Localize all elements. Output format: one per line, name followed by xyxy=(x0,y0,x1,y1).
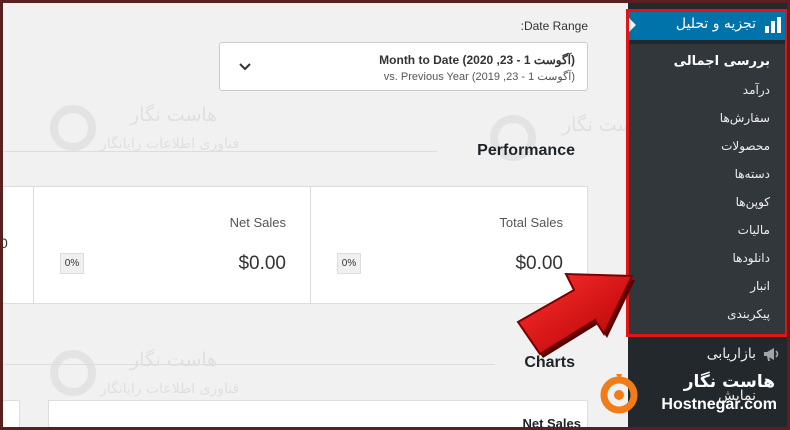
performance-panel: 0 Net Sales $0.00 0% Total Sales $0.00 0… xyxy=(0,186,588,304)
cell-value: $0.00 xyxy=(238,253,286,274)
chart-card-title: Net Sales xyxy=(522,416,581,430)
watermark-line1: هاست نگار xyxy=(130,104,218,126)
watermark: هاست نگار xyxy=(490,110,649,170)
cell-stub-text: 0 xyxy=(0,235,8,251)
chart-card xyxy=(0,400,20,430)
chevron-down-icon xyxy=(239,63,251,71)
performance-cell-stub: 0 xyxy=(0,187,33,303)
watermark-line2: فناوری اطلاعات رایانگار xyxy=(100,136,240,152)
watermark: هاست نگار فناوری اطلاعات رایانگار xyxy=(50,345,250,405)
date-range-compare: vs. Previous Year (آگوست 1 - 23, 2019) xyxy=(383,71,575,83)
brand-name-fa: هاست نگار xyxy=(683,372,775,392)
date-range-main: Month to Date (آگوست 1 - 23, 2020) xyxy=(379,53,575,67)
delta-badge: 0% xyxy=(60,253,84,274)
date-range-label: :Date Range xyxy=(520,19,588,33)
date-range-select[interactable]: Month to Date (آگوست 1 - 23, 2020) vs. P… xyxy=(219,42,588,91)
highlight-box xyxy=(626,9,788,337)
cell-label: Total Sales xyxy=(499,215,563,230)
performance-title: Performance xyxy=(477,142,575,159)
brand-logo: هاست نگار Hostnegar.com xyxy=(598,370,783,422)
watermark-logo-icon xyxy=(50,105,96,151)
arrow-pointer-icon xyxy=(516,272,635,358)
watermark-logo-icon xyxy=(50,350,96,396)
watermark-line2: فناوری اطلاعات رایانگار xyxy=(100,381,240,397)
cell-label: Net Sales xyxy=(229,215,286,230)
menu-item-marketing[interactable]: بازاریابی xyxy=(707,346,756,362)
delta-badge: 0% xyxy=(337,253,361,274)
divider xyxy=(0,364,495,365)
megaphone-icon xyxy=(764,348,779,361)
performance-cell-net-sales[interactable]: Net Sales $0.00 0% xyxy=(33,187,310,303)
watermark-line1: هاست نگار xyxy=(130,349,218,371)
hostnegar-logo-icon xyxy=(600,374,638,414)
divider xyxy=(0,151,437,152)
brand-name-en: Hostnegar.com xyxy=(661,396,777,413)
chart-card: Net Sales xyxy=(48,400,588,430)
